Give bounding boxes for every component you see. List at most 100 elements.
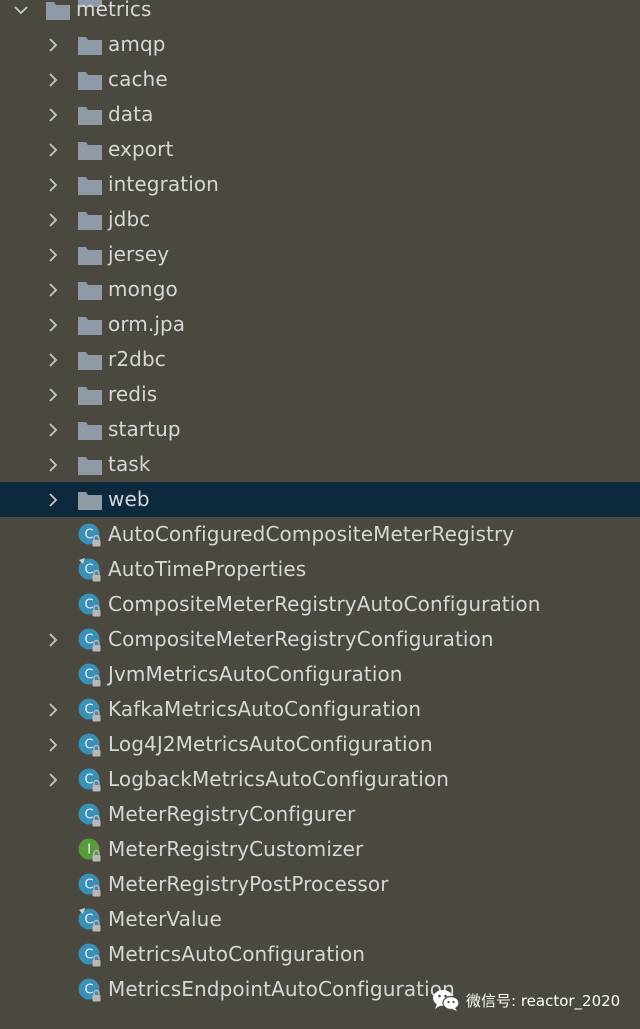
tree-item-amqp[interactable]: amqp: [0, 27, 640, 62]
tree-item-compositemeterregistryconfiguration[interactable]: C CompositeMeterRegistryConfiguration: [0, 622, 640, 657]
svg-text:C: C: [84, 563, 93, 578]
tree-item-r2dbc[interactable]: r2dbc: [0, 342, 640, 377]
tree-item-label: r2dbc: [108, 347, 166, 371]
svg-text:C: C: [84, 878, 93, 893]
tree-item-label: KafkaMetricsAutoConfiguration: [108, 697, 422, 721]
svg-text:C: C: [84, 773, 93, 788]
folder-icon: [77, 32, 103, 58]
tree-item-jvmmetricsautoconfiguration[interactable]: C JvmMetricsAutoConfiguration: [0, 657, 640, 692]
chevron-down-icon[interactable]: [12, 0, 30, 27]
class-icon: C: [77, 907, 103, 933]
tree-item-metrics[interactable]: metrics: [0, 0, 640, 27]
tree-item-label: JvmMetricsAutoConfiguration: [108, 662, 403, 686]
tree-item-label: MeterRegistryCustomizer: [108, 837, 364, 861]
chevron-right-icon[interactable]: [44, 447, 62, 482]
tree-item-label: mongo: [108, 277, 178, 301]
watermark-text: 微信号: reactor_2020: [466, 991, 621, 1010]
class-icon: C: [77, 942, 103, 968]
chevron-right-icon[interactable]: [44, 692, 62, 727]
tree-item-label: AutoConfiguredCompositeMeterRegistry: [108, 522, 515, 546]
svg-text:C: C: [84, 948, 93, 963]
tree-item-metricsautoconfiguration[interactable]: C MetricsAutoConfiguration: [0, 937, 640, 972]
chevron-right-icon[interactable]: [44, 342, 62, 377]
chevron-right-icon[interactable]: [44, 307, 62, 342]
chevron-right-icon[interactable]: [44, 482, 62, 517]
tree-item-meterregistrycustomizer[interactable]: I MeterRegistryCustomizer: [0, 832, 640, 867]
tree-item-jersey[interactable]: jersey: [0, 237, 640, 272]
class-icon: C: [77, 662, 103, 688]
folder-icon: [77, 347, 103, 373]
chevron-right-icon[interactable]: [44, 202, 62, 237]
folder-icon: [77, 242, 103, 268]
tree-item-label: jersey: [108, 242, 170, 266]
chevron-right-icon[interactable]: [44, 762, 62, 797]
tree-item-web[interactable]: web: [0, 482, 640, 517]
wechat-icon: [433, 990, 460, 1011]
folder-icon: [77, 172, 103, 198]
class-icon: C: [77, 732, 103, 758]
folder-icon: [77, 67, 103, 93]
tree-item-meterregistrypostprocessor[interactable]: C MeterRegistryPostProcessor: [0, 867, 640, 902]
chevron-right-icon[interactable]: [44, 27, 62, 62]
tree-item-label: cache: [108, 67, 168, 91]
svg-text:C: C: [84, 668, 93, 683]
tree-item-label: redis: [108, 382, 158, 406]
chevron-right-icon[interactable]: [44, 622, 62, 657]
tree-item-cache[interactable]: cache: [0, 62, 640, 97]
tree-item-data[interactable]: data: [0, 97, 640, 132]
tree-item-mongo[interactable]: mongo: [0, 272, 640, 307]
tree-item-orm-jpa[interactable]: orm.jpa: [0, 307, 640, 342]
chevron-right-icon[interactable]: [44, 167, 62, 202]
tree-item-autoconfiguredcompositemeterregistry[interactable]: C AutoConfiguredCompositeMeterRegistry: [0, 517, 640, 552]
folder-icon: [45, 0, 71, 23]
folder-icon: [77, 382, 103, 408]
tree-item-label: MetricsAutoConfiguration: [108, 942, 366, 966]
tree-item-meterregistryconfigurer[interactable]: C MeterRegistryConfigurer: [0, 797, 640, 832]
chevron-right-icon[interactable]: [44, 62, 62, 97]
tree-item-label: Log4J2MetricsAutoConfiguration: [108, 732, 433, 756]
tree-item-label: task: [108, 452, 151, 476]
tree-item-kafkametricsautoconfiguration[interactable]: C KafkaMetricsAutoConfiguration: [0, 692, 640, 727]
interface-icon: I: [77, 837, 103, 863]
chevron-right-icon[interactable]: [44, 237, 62, 272]
project-tree: metrics amqp cache data export integration jdb…: [0, 0, 640, 1007]
chevron-right-icon[interactable]: [44, 377, 62, 412]
tree-item-jdbc[interactable]: jdbc: [0, 202, 640, 237]
class-icon: C: [77, 802, 103, 828]
tree-item-autotimeproperties[interactable]: C AutoTimeProperties: [0, 552, 640, 587]
svg-text:C: C: [84, 598, 93, 613]
tree-item-label: startup: [108, 417, 181, 441]
class-icon: C: [77, 592, 103, 618]
folder-icon: [77, 277, 103, 303]
chevron-right-icon[interactable]: [44, 272, 62, 307]
svg-text:C: C: [84, 633, 93, 648]
tree-item-label: MeterRegistryPostProcessor: [108, 872, 389, 896]
tree-item-task[interactable]: task: [0, 447, 640, 482]
svg-text:C: C: [84, 808, 93, 823]
tree-item-redis[interactable]: redis: [0, 377, 640, 412]
tree-item-startup[interactable]: startup: [0, 412, 640, 447]
folder-icon: [77, 487, 103, 513]
folder-icon: [77, 312, 103, 338]
chevron-right-icon[interactable]: [44, 727, 62, 762]
tree-item-metervalue[interactable]: C MeterValue: [0, 902, 640, 937]
folder-icon: [77, 102, 103, 128]
tree-item-export[interactable]: export: [0, 132, 640, 167]
class-icon: C: [77, 697, 103, 723]
folder-icon: [77, 417, 103, 443]
tree-item-label: jdbc: [108, 207, 151, 231]
svg-text:C: C: [84, 983, 93, 998]
chevron-right-icon[interactable]: [44, 132, 62, 167]
tree-item-compositemeterregistryautoconfiguration[interactable]: C CompositeMeterRegistryAutoConfiguration: [0, 587, 640, 622]
svg-text:C: C: [84, 703, 93, 718]
tree-item-log4j2metricsautoconfiguration[interactable]: C Log4J2MetricsAutoConfiguration: [0, 727, 640, 762]
tree-item-integration[interactable]: integration: [0, 167, 640, 202]
folder-icon: [77, 207, 103, 233]
class-icon: C: [77, 977, 103, 1003]
tree-item-label: CompositeMeterRegistryAutoConfiguration: [108, 592, 541, 616]
tree-item-logbackmetricsautoconfiguration[interactable]: C LogbackMetricsAutoConfiguration: [0, 762, 640, 797]
chevron-right-icon[interactable]: [44, 97, 62, 132]
chevron-right-icon[interactable]: [44, 412, 62, 447]
class-icon: C: [77, 872, 103, 898]
class-icon: C: [77, 522, 103, 548]
